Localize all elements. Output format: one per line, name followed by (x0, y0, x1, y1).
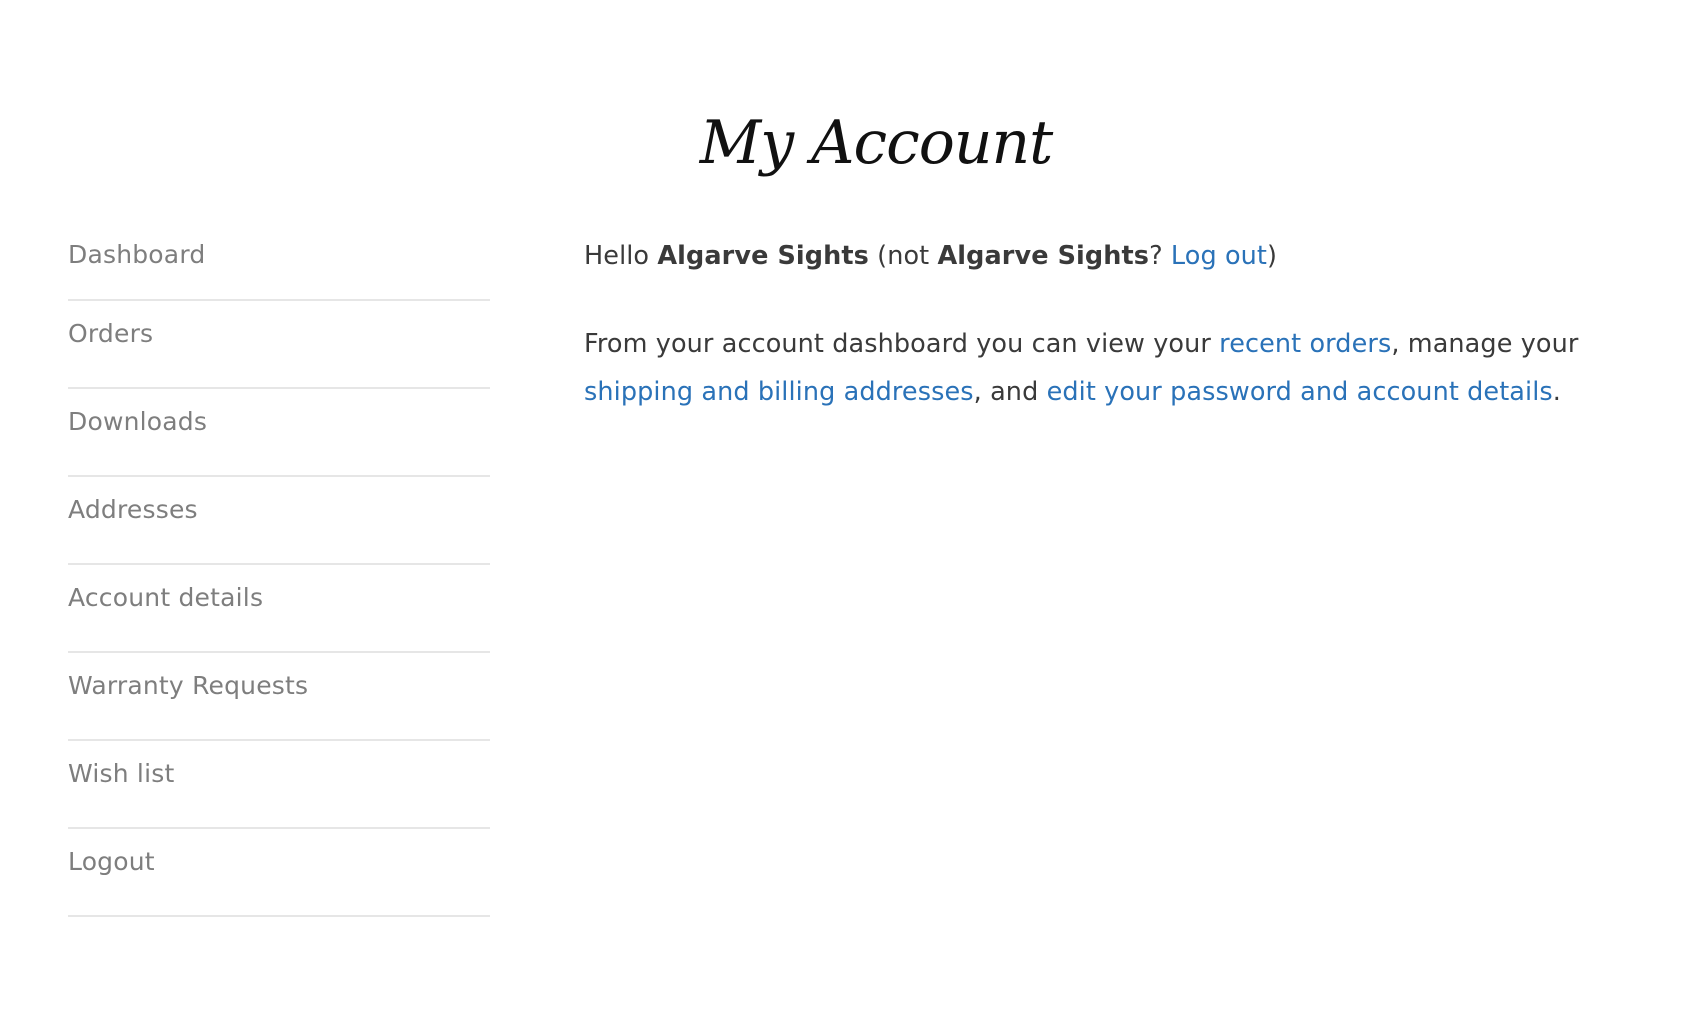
nav-item-dashboard: Dashboard (68, 223, 490, 301)
dashboard-intro: From your account dashboard you can view… (584, 320, 1664, 416)
nav-link-orders[interactable]: Orders (68, 319, 153, 348)
intro-text-1: From your account dashboard you can view… (584, 329, 1220, 359)
nav-item-logout: Logout (68, 829, 490, 917)
recent-orders-link[interactable]: recent orders (1219, 329, 1391, 359)
nav-link-warranty-requests[interactable]: Warranty Requests (68, 671, 308, 700)
nav-item-account-details: Account details (68, 565, 490, 653)
intro-text-4: . (1552, 377, 1562, 407)
nav-link-dashboard[interactable]: Dashboard (68, 240, 205, 269)
nav-item-addresses: Addresses (68, 477, 490, 565)
greeting-not-prefix: (not (868, 241, 938, 271)
nav-item-orders: Orders (68, 301, 490, 389)
greeting-hello: Hello (584, 241, 658, 271)
logout-link[interactable]: Log out (1171, 241, 1267, 271)
nav-item-downloads: Downloads (68, 389, 490, 477)
addresses-link[interactable]: shipping and billing addresses (584, 377, 974, 407)
dashboard-content: Hello Algarve Sights (not Algarve Sights… (584, 232, 1664, 416)
nav-link-addresses[interactable]: Addresses (68, 495, 198, 524)
nav-item-wish-list: Wish list (68, 741, 490, 829)
nav-link-wish-list[interactable]: Wish list (68, 759, 174, 788)
greeting-text: Hello Algarve Sights (not Algarve Sights… (584, 232, 1664, 280)
nav-link-downloads[interactable]: Downloads (68, 407, 207, 436)
greeting-username: Algarve Sights (657, 241, 869, 271)
page-title: My Account (699, 108, 1053, 178)
account-navigation: Dashboard Orders Downloads Addresses Acc… (68, 223, 490, 917)
nav-item-warranty-requests: Warranty Requests (68, 653, 490, 741)
greeting-question: ? (1149, 241, 1171, 271)
nav-link-logout[interactable]: Logout (68, 847, 155, 876)
greeting-close-paren: ) (1267, 241, 1278, 271)
intro-text-2: , manage your (1391, 329, 1579, 359)
greeting-username-again: Algarve Sights (937, 241, 1150, 271)
nav-link-account-details[interactable]: Account details (68, 583, 263, 612)
account-details-link[interactable]: edit your password and account details (1047, 377, 1553, 407)
intro-text-3: , and (973, 377, 1047, 407)
